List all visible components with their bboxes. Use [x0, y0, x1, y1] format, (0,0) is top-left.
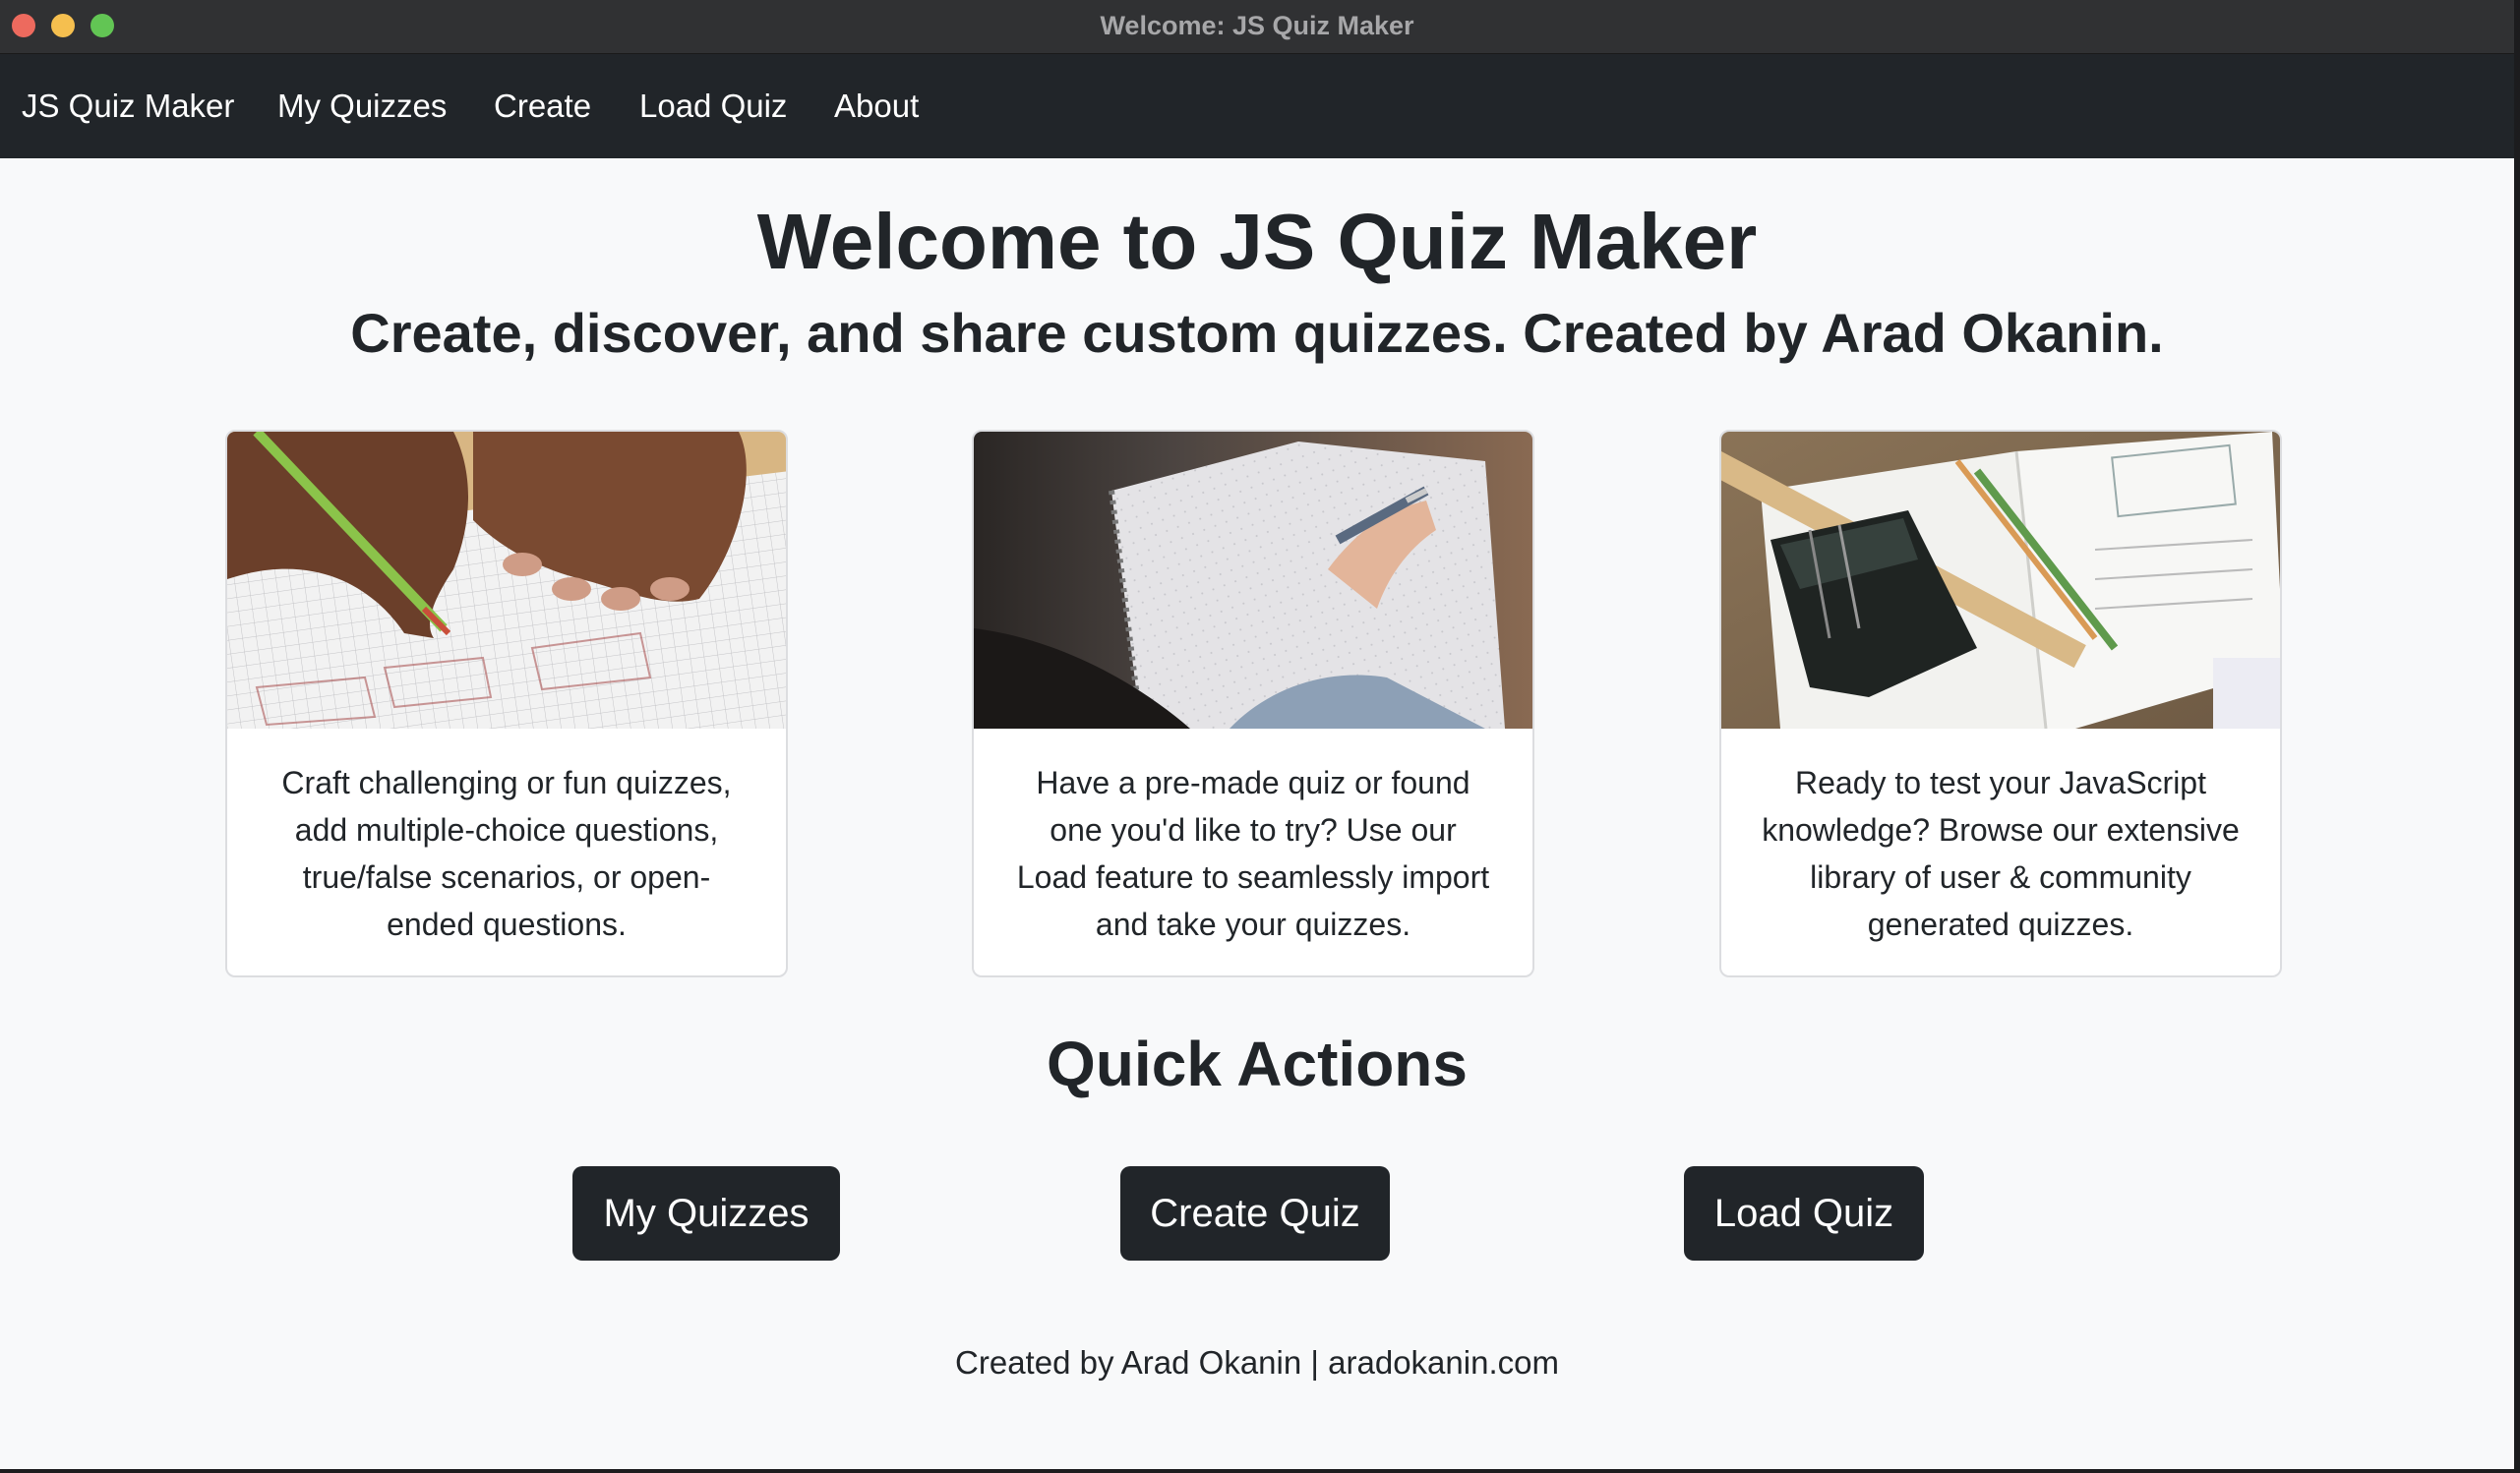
quick-actions-title: Quick Actions	[1047, 1029, 1468, 1099]
page-footer: Created by Arad Okanin | aradokanin.com	[0, 1339, 2514, 1386]
page-title: Welcome to JS Quiz Maker	[756, 198, 1758, 285]
nav-item-load-quiz[interactable]: Load Quiz	[639, 54, 787, 158]
load-quiz-button[interactable]: Load Quiz	[1684, 1166, 1924, 1261]
top-navbar: JS Quiz Maker My Quizzes Create Load Qui…	[0, 54, 2514, 158]
feature-card-load: Have a pre-made quiz or found one you'd …	[972, 430, 1534, 977]
feature-card-create: Craft challenging or fun quizzes, add mu…	[225, 430, 788, 977]
card-description: Craft challenging or fun quizzes, add mu…	[281, 765, 732, 942]
navbar-brand[interactable]: JS Quiz Maker	[22, 54, 234, 158]
footer-credit: Created by Arad Okanin	[955, 1344, 1302, 1381]
card-description: Have a pre-made quiz or found one you'd …	[1016, 765, 1490, 942]
card-description: Ready to test your JavaScript knowledge?…	[1762, 765, 2240, 942]
window-title: Welcome: JS Quiz Maker	[1100, 11, 1414, 40]
window-edge	[2514, 0, 2520, 1473]
student-writing-on-graph-paper-photo	[227, 432, 786, 729]
nav-item-about[interactable]: About	[834, 54, 919, 158]
window-edge-bottom	[0, 1469, 2520, 1473]
person-writing-in-notebook-photo	[974, 432, 1532, 729]
nav-item-create[interactable]: Create	[494, 54, 591, 158]
nav-item-my-quizzes[interactable]: My Quizzes	[277, 54, 447, 158]
footer-separator: |	[1310, 1344, 1319, 1381]
app-window: Welcome: JS Quiz Maker JS Quiz Maker My …	[0, 0, 2514, 1469]
page-subtitle: Create, discover, and share custom quizz…	[350, 302, 2164, 364]
feature-card-browse: Ready to test your JavaScript knowledge?…	[1719, 430, 2282, 977]
notebook-with-ruler-and-pencil-case-photo	[1721, 432, 2280, 729]
create-quiz-button[interactable]: Create Quiz	[1120, 1166, 1390, 1261]
footer-site-link[interactable]: aradokanin.com	[1328, 1344, 1559, 1381]
window-titlebar: Welcome: JS Quiz Maker	[0, 0, 2514, 54]
my-quizzes-button[interactable]: My Quizzes	[572, 1166, 840, 1261]
